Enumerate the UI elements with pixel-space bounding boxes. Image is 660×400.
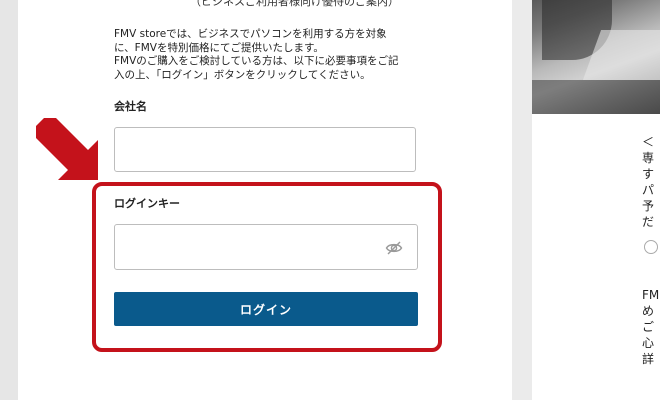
intro-text: FMV storeでは、ビジネスでパソコンを利用する方を対象 に、FMVを特別価…: [114, 28, 414, 82]
side-text-line: 心: [642, 336, 655, 350]
login-key-label: ログインキー: [114, 197, 180, 210]
intro-line: FMV storeでは、ビジネスでパソコンを利用する方を対象: [114, 28, 387, 40]
side-text-line: 専: [642, 151, 655, 165]
red-arrow-icon: [36, 118, 98, 180]
intro-line: に、FMVを特別価格にてご提供いたします。: [114, 41, 324, 54]
eye-off-icon[interactable]: [385, 239, 403, 257]
left-gutter: [0, 0, 18, 400]
side-text-line: め: [642, 304, 655, 318]
side-text-line: FM: [642, 288, 660, 302]
right-divider: [512, 0, 532, 400]
page-subtitle: （ビジネスご利用者様向け優待のご案内）: [190, 0, 399, 8]
side-text-line: だ: [642, 215, 655, 229]
intro-line: 入の上、「ログイン」ボタンをクリックしてください。: [114, 68, 371, 81]
side-text-line: ＜: [642, 135, 655, 149]
intro-line: FMVのご購入をご検討している方は、以下に必要事項をご記: [114, 55, 399, 67]
side-text-line: 予: [642, 199, 655, 213]
company-name-label: 会社名: [114, 100, 147, 113]
side-text-line: パ: [642, 183, 655, 197]
info-icon: [644, 240, 658, 254]
company-name-input[interactable]: [114, 127, 416, 172]
side-text-line: 詳: [642, 352, 655, 366]
side-text-line: す: [642, 167, 655, 181]
side-text-line: ご: [642, 320, 655, 334]
side-photo: [532, 0, 660, 114]
login-key-input[interactable]: [114, 224, 418, 270]
login-button[interactable]: ログイン: [114, 292, 418, 326]
